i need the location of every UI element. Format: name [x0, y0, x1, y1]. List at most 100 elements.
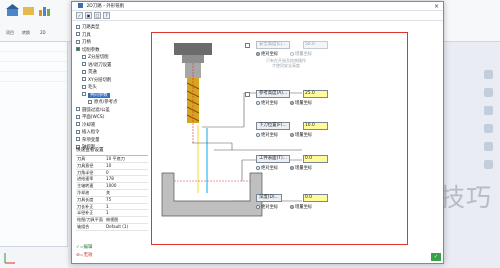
tree-checkbox-icon — [76, 114, 80, 119]
confirm-icon[interactable]: ✓ — [76, 12, 83, 19]
radio-icon — [290, 204, 294, 209]
tree-item[interactable]: Z分层切削 — [76, 54, 148, 62]
view-icon[interactable] — [484, 70, 493, 79]
view-icon[interactable] — [484, 88, 493, 97]
radio-icon — [256, 204, 260, 209]
reference-height-button[interactable]: 参考高度(A)... — [256, 90, 291, 98]
feed-plane-inc[interactable]: 增量坐标 — [290, 132, 312, 138]
safe-height-note: 只有在开始及结束操作 才使用安全高度 — [266, 58, 306, 68]
tree-item-label: 刀具 — [82, 32, 91, 38]
tree-checkbox-icon — [88, 99, 92, 104]
tree-item[interactable]: 刀路类型 — [76, 24, 148, 32]
quick-settings-value: 75 — [106, 196, 112, 202]
view-icon[interactable]: ▢ — [94, 12, 101, 19]
top-of-stock-button[interactable]: 工件表面(T)... — [256, 155, 290, 163]
quick-settings-key: 半径补正 — [77, 210, 94, 216]
quick-settings-value: 0 — [106, 169, 109, 175]
safe-height-field[interactable]: 50.0 — [303, 41, 328, 49]
folder-icon[interactable] — [22, 4, 35, 17]
tree-checkbox-icon — [82, 62, 86, 66]
linking-parameters-panel: 安全高度(L)... 50.0 绝对坐标 增量坐标 只有在开始及结束操作 才使用安… — [151, 32, 408, 245]
feed-plane-abs[interactable]: 绝对坐标 — [256, 132, 278, 138]
tree-item[interactable]: 刀具 — [76, 32, 148, 40]
feed-plane-field[interactable]: 10.0 — [303, 122, 328, 130]
help-icon[interactable]: ? — [103, 12, 110, 19]
view-icon[interactable] — [484, 106, 493, 115]
depth-button[interactable]: 深度(D)... — [256, 194, 282, 202]
tree-item[interactable]: 冷却液 — [76, 122, 148, 130]
tree-item[interactable]: 刀柄 — [76, 39, 148, 47]
view-icon[interactable] — [484, 160, 493, 169]
dialog-titlebar[interactable]: 2D刀路 - 外形铣削 × — [72, 2, 443, 11]
tree-item[interactable]: 共同参数 — [76, 92, 148, 100]
safe-height-checkbox[interactable] — [245, 43, 250, 48]
radio-icon — [290, 100, 294, 105]
tree-item[interactable]: 平面(WCS) — [76, 114, 148, 122]
tree-item-label: 冷却液 — [82, 122, 96, 128]
dialog-toolbar: ✓ ▣ ▢ ? — [72, 11, 443, 21]
tree-item[interactable]: 切削参数 — [76, 47, 148, 55]
tree-checkbox-icon — [76, 39, 80, 44]
reference-height-field[interactable]: 25.0 — [303, 90, 328, 98]
radio-icon — [256, 51, 260, 56]
quick-settings-key: 进给速率 — [77, 176, 94, 182]
quick-settings-value: 1 — [106, 203, 109, 209]
quick-settings-row: 冷却液 关 — [76, 190, 148, 197]
radio-icon — [256, 132, 260, 137]
tree-item[interactable]: 贯通 — [76, 69, 148, 77]
quick-settings-key: 刀具 — [77, 156, 86, 161]
quick-settings-value: 关 — [106, 189, 111, 195]
tree-item-label: 插入指令 — [82, 130, 100, 135]
tool-holder — [174, 43, 212, 55]
operations-manager — [0, 42, 68, 268]
legend-disabled: ⊘=无效 — [76, 253, 93, 258]
tree-item[interactable]: 杂项变量 — [76, 137, 148, 145]
legend: ✓=编辑 ⊘=无效 — [76, 244, 93, 260]
top-of-stock-abs[interactable]: 绝对坐标 — [256, 165, 278, 171]
tree-item[interactable]: 进/退刀设置 — [76, 62, 148, 70]
tree-item[interactable]: 圆弧过滤/公差 — [76, 107, 148, 115]
tree-item[interactable]: 插入指令 — [76, 129, 148, 137]
tree-item-label: XY分层切削 — [88, 77, 112, 83]
tree-item[interactable]: 毛头 — [76, 84, 148, 92]
tree-checkbox-icon — [82, 69, 86, 74]
tree-checkbox-icon — [76, 137, 80, 141]
manager-row[interactable] — [0, 62, 67, 72]
quick-settings-key: 刀长补正 — [77, 203, 94, 209]
manager-row[interactable] — [0, 72, 67, 82]
feed-plane-button[interactable]: 下刀位置(F)... — [256, 122, 290, 130]
view-icon[interactable] — [484, 124, 493, 133]
chart-icon[interactable] — [38, 4, 51, 17]
ok-button[interactable]: ✓ — [431, 253, 441, 261]
quick-settings-value: 俯视图 — [106, 217, 119, 223]
manager-row[interactable] — [0, 42, 67, 52]
ribbon-label-project: 项目 — [6, 30, 14, 35]
safe-height-abs[interactable]: 绝对坐标 — [256, 51, 278, 57]
toolpath-dialog: 2D刀路 - 外形铣削 × ✓ ▣ ▢ ? 刀路类型 刀具 刀柄 切削参数 Z分层切削进… — [71, 1, 444, 264]
reference-height-inc[interactable]: 增量坐标 — [290, 100, 312, 106]
view-icon[interactable] — [484, 142, 493, 151]
home-icon[interactable] — [6, 4, 19, 17]
workpiece — [161, 172, 263, 217]
quick-settings-value: Default (1) — [106, 223, 129, 229]
close-button[interactable]: × — [434, 2, 439, 11]
reference-height-checkbox[interactable] — [245, 92, 250, 97]
safe-height-button[interactable]: 安全高度(L)... — [256, 41, 290, 49]
ribbon-label-convert: 转换 — [22, 30, 30, 35]
depth-inc[interactable]: 增量坐标 — [290, 204, 312, 210]
reference-height-abs[interactable]: 绝对坐标 — [256, 100, 278, 106]
manager-row[interactable] — [0, 52, 67, 62]
tree-checkbox-icon — [82, 84, 86, 89]
tree-item[interactable]: 原点/参考点 — [76, 99, 148, 107]
safe-height-inc[interactable]: 增量坐标 — [290, 51, 312, 57]
depth-field[interactable]: 0.0 — [303, 194, 328, 202]
top-of-stock-field[interactable]: 0.0 — [303, 155, 328, 163]
depth-abs[interactable]: 绝对坐标 — [256, 204, 278, 210]
quick-settings-value: 178 — [106, 176, 114, 182]
radio-icon — [290, 165, 294, 170]
quick-settings-key: 冷却液 — [77, 189, 90, 195]
top-of-stock-inc[interactable]: 增量坐标 — [290, 165, 312, 171]
tree-item[interactable]: XY分层切削 — [76, 77, 148, 85]
tree-checkbox-icon — [76, 47, 80, 51]
save-icon[interactable]: ▣ — [85, 12, 92, 19]
